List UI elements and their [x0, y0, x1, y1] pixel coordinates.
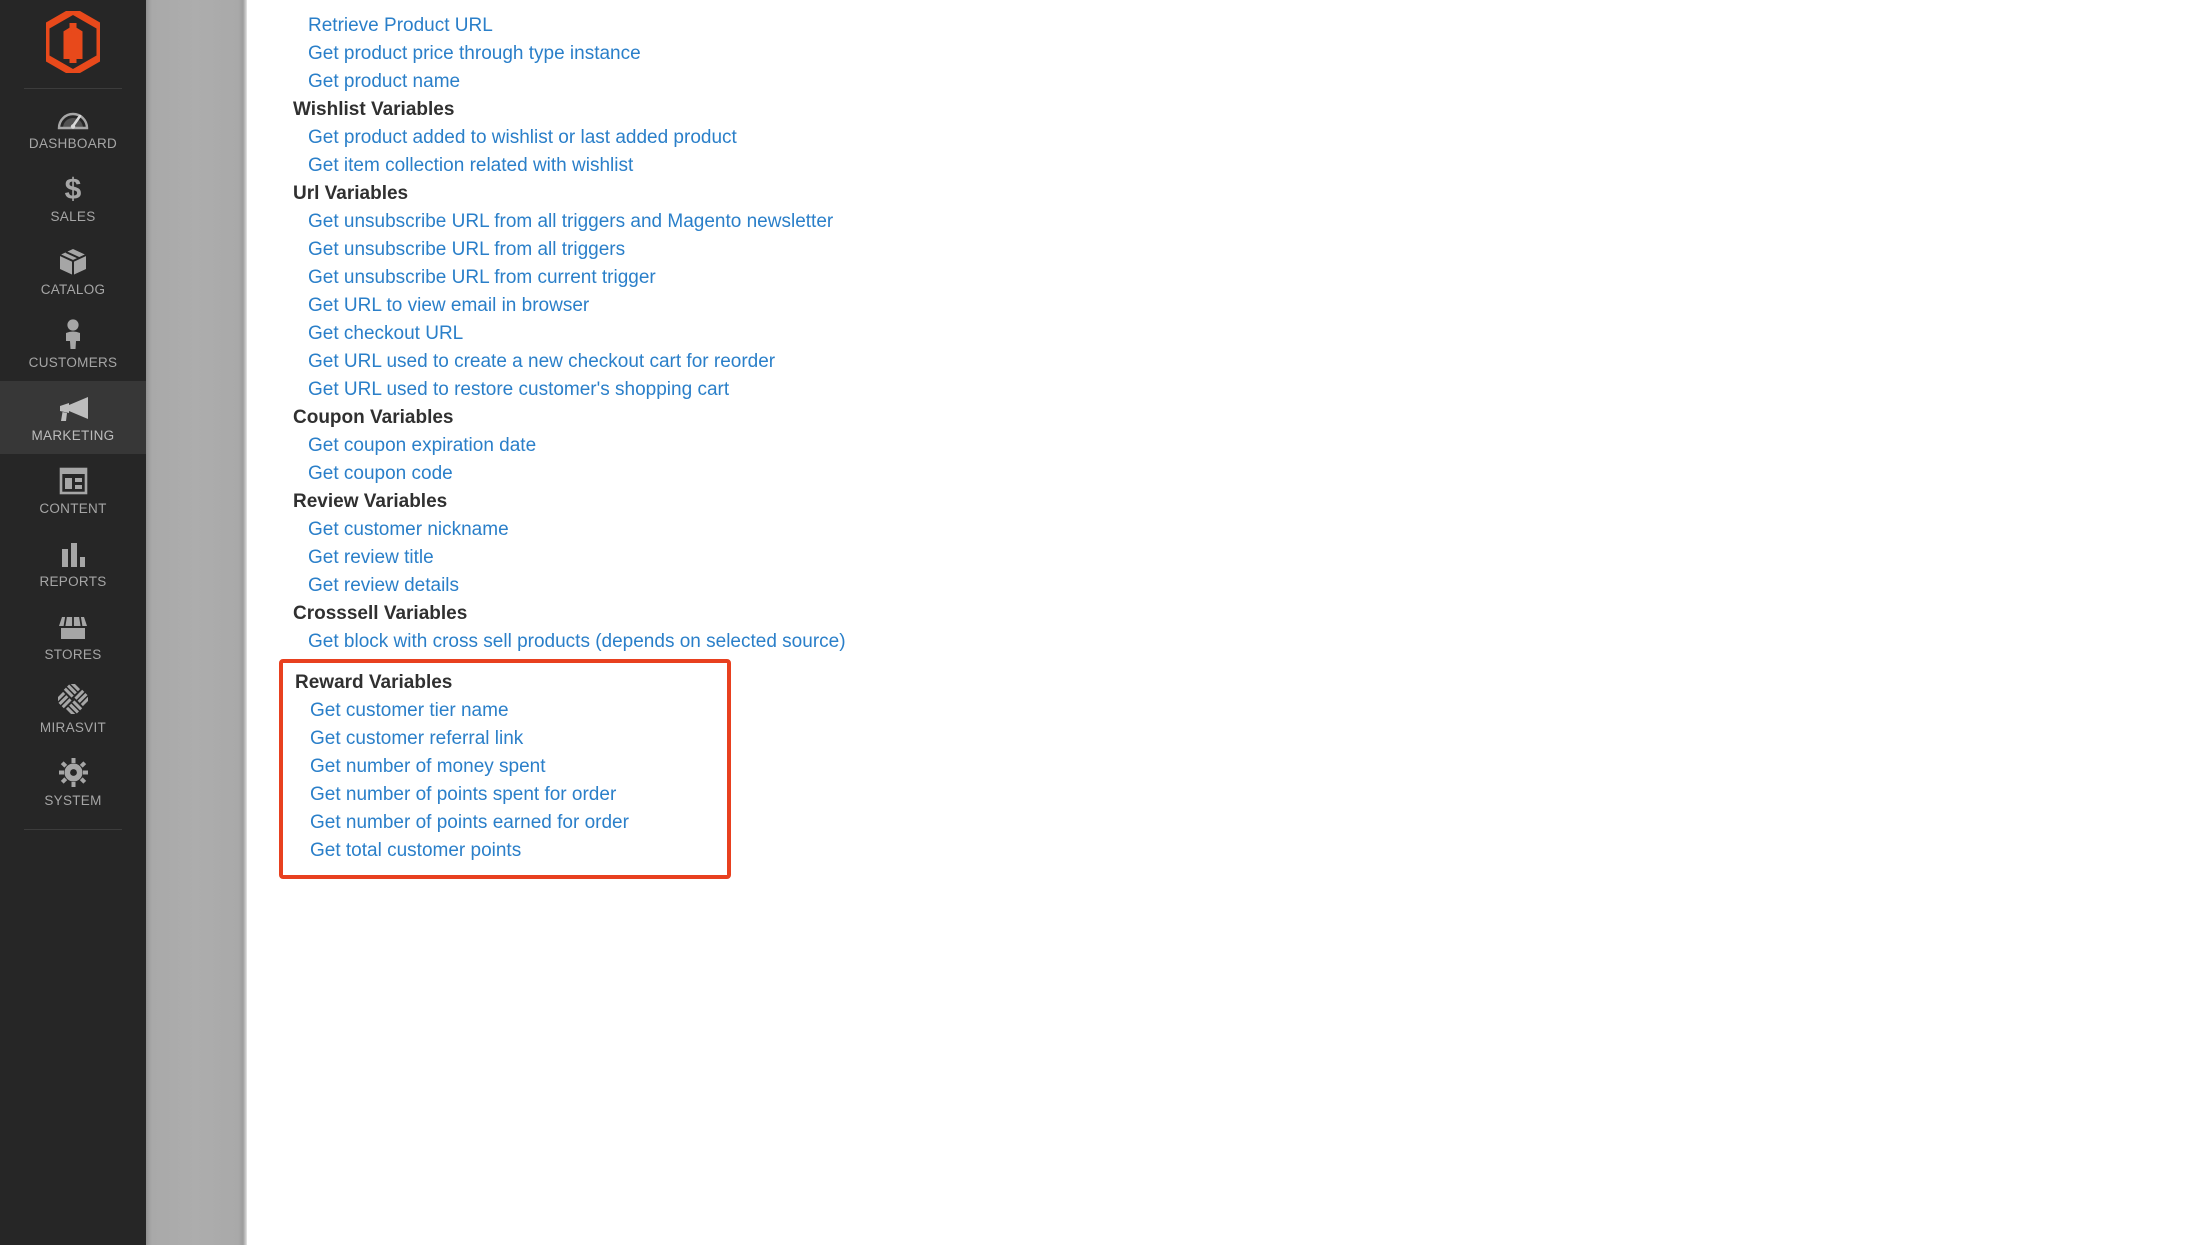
- sidebar-item-marketing[interactable]: Marketing: [0, 381, 146, 454]
- sidebar-item-customers[interactable]: Customers: [0, 308, 146, 381]
- sidebar-item-label: Mirasvit: [39, 720, 107, 736]
- sidebar-item-label: Reports: [39, 574, 107, 590]
- sidebar-divider-bottom: [24, 829, 122, 830]
- sidebar-item-label: Sales: [50, 209, 96, 225]
- variables-groups: Retrieve Product URL Get product price th…: [247, 12, 2205, 879]
- admin-page: Dashboard $ Sales Catalog: [0, 0, 2205, 1245]
- variable-link[interactable]: Get checkout URL: [247, 320, 2205, 348]
- sidebar-item-label: Dashboard: [28, 136, 118, 152]
- variable-link[interactable]: Get URL to view email in browser: [247, 292, 2205, 320]
- submenu-gutter: [146, 0, 247, 1245]
- sidebar-item-label: Marketing: [31, 428, 115, 444]
- variable-link[interactable]: Get unsubscribe URL from all triggers an…: [247, 208, 2205, 236]
- sidebar-item-mirasvit[interactable]: Mirasvit: [0, 673, 146, 746]
- variables-group-title: Url Variables: [293, 183, 409, 204]
- variables-group-title: Reward Variables: [295, 672, 453, 693]
- variable-link[interactable]: Get coupon code: [247, 460, 2205, 488]
- sidebar-item-label: Content: [39, 501, 107, 517]
- variable-link[interactable]: Get customer referral link: [283, 725, 727, 753]
- dollar-icon: $: [60, 173, 86, 203]
- variables-group-title: Review Variables: [293, 491, 448, 512]
- variable-link[interactable]: Get product added to wishlist or last ad…: [247, 124, 2205, 152]
- mirasvit-icon: [58, 684, 88, 715]
- variables-group-title: Coupon Variables: [293, 407, 454, 428]
- variable-link[interactable]: Get block with cross sell products (depe…: [247, 628, 2205, 656]
- sidebar-item-reports[interactable]: Reports: [0, 527, 146, 600]
- sidebar-item-stores[interactable]: Stores: [0, 600, 146, 673]
- variable-link[interactable]: Get item collection related with wishlis…: [247, 152, 2205, 180]
- variable-link[interactable]: Get number of money spent: [283, 753, 727, 781]
- variables-group-title: Crosssell Variables: [293, 603, 468, 624]
- bar-chart-icon: [59, 538, 87, 568]
- magento-logo-icon: [42, 6, 104, 78]
- variable-link[interactable]: Get customer tier name: [283, 697, 727, 725]
- sidebar-item-label: System: [44, 793, 102, 809]
- variable-link[interactable]: Get total customer points: [283, 837, 727, 865]
- variables-group: Url Variables Get unsubscribe URL from al…: [247, 180, 2205, 404]
- variable-link[interactable]: Retrieve Product URL: [247, 12, 2205, 40]
- variable-link[interactable]: Get unsubscribe URL from all triggers: [247, 236, 2205, 264]
- variables-group-title: Wishlist Variables: [293, 99, 455, 120]
- variable-link[interactable]: Get product name: [247, 68, 2205, 96]
- sidebar-item-content[interactable]: Content: [0, 454, 146, 527]
- variable-link[interactable]: Get unsubscribe URL from current trigger: [247, 264, 2205, 292]
- sidebar-item-dashboard[interactable]: Dashboard: [0, 89, 146, 162]
- sidebar-item-label: Customers: [28, 355, 118, 371]
- variables-group: Wishlist Variables Get product added to w…: [247, 96, 2205, 180]
- variable-link[interactable]: Get product price through type instance: [247, 40, 2205, 68]
- layout-icon: [59, 465, 88, 495]
- storefront-icon: [57, 611, 89, 641]
- megaphone-icon: [56, 392, 90, 422]
- gear-icon: [58, 757, 88, 788]
- variable-link[interactable]: Get number of points earned for order: [283, 809, 727, 837]
- variable-link[interactable]: Get URL used to create a new checkout ca…: [247, 348, 2205, 376]
- sidebar-item-sales[interactable]: $ Sales: [0, 162, 146, 235]
- gauge-icon: [57, 100, 89, 130]
- variables-list-panel: Retrieve Product URL Get product price th…: [247, 0, 2205, 1245]
- variable-link[interactable]: Get review details: [247, 572, 2205, 600]
- box-icon: [58, 246, 88, 276]
- variables-group: Retrieve Product URL Get product price th…: [247, 12, 2205, 96]
- person-icon: [62, 319, 84, 350]
- sidebar-item-catalog[interactable]: Catalog: [0, 235, 146, 308]
- variables-group: Coupon Variables Get coupon expiration da…: [247, 404, 2205, 488]
- variables-group: Crosssell Variables Get block with cross …: [247, 600, 2205, 656]
- variables-group-highlighted: Reward Variables Get customer tier name Ge…: [279, 659, 731, 879]
- svg-text:$: $: [65, 173, 82, 203]
- sidebar-item-label: Stores: [44, 647, 102, 663]
- admin-sidebar: Dashboard $ Sales Catalog: [0, 0, 146, 1245]
- variable-link[interactable]: Get URL used to restore customer's shopp…: [247, 376, 2205, 404]
- variable-link[interactable]: Get review title: [247, 544, 2205, 572]
- variables-group: Review Variables Get customer nickname Get…: [247, 488, 2205, 600]
- variable-link[interactable]: Get customer nickname: [247, 516, 2205, 544]
- sidebar-item-system[interactable]: System: [0, 746, 146, 819]
- variable-link[interactable]: Get coupon expiration date: [247, 432, 2205, 460]
- sidebar-item-label: Catalog: [40, 282, 106, 298]
- variable-link[interactable]: Get number of points spent for order: [283, 781, 727, 809]
- magento-logo[interactable]: [0, 0, 146, 88]
